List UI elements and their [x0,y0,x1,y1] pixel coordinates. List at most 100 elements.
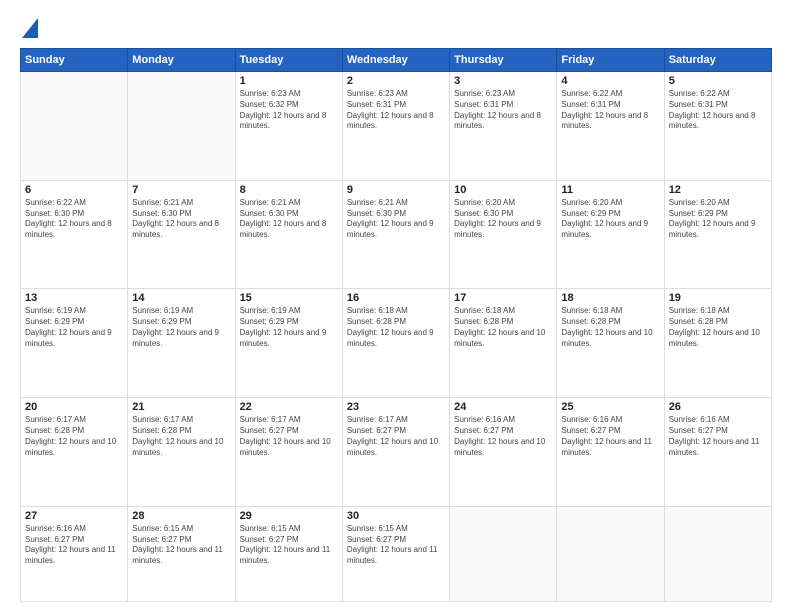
day-number: 24 [454,401,552,413]
week-row-4: 20 Sunrise: 6:17 AM Sunset: 6:28 PM Dayli… [21,398,772,507]
day-number: 28 [132,510,230,522]
day-info: Sunrise: 6:20 AM Sunset: 6:29 PM Dayligh… [561,198,659,241]
day-info: Sunrise: 6:16 AM Sunset: 6:27 PM Dayligh… [669,415,767,458]
weekday-header-tuesday: Tuesday [235,49,342,72]
calendar-cell: 30Sunrise: 6:15 AM Sunset: 6:27 PM Dayli… [342,506,449,601]
calendar-cell: 13Sunrise: 6:19 AM Sunset: 6:29 PM Dayli… [21,289,128,398]
day-number: 10 [454,184,552,196]
day-number: 19 [669,292,767,304]
day-number: 23 [347,401,445,413]
day-number: 5 [669,75,767,87]
weekday-header-saturday: Saturday [664,49,771,72]
calendar-cell: 19 Sunrise: 6:18 AM Sunset: 6:28 PM Dayli… [664,289,771,398]
day-info: Sunrise: 6:15 AM Sunset: 6:27 PM Dayligh… [347,524,445,567]
calendar-cell: 8Sunrise: 6:21 AM Sunset: 6:30 PM Daylig… [235,180,342,289]
calendar-cell: 29 Sunrise: 6:15 AM Sunset: 6:27 PM Dayli… [235,506,342,601]
day-number: 11 [561,184,659,196]
day-number: 15 [240,292,338,304]
page: SundayMondayTuesdayWednesdayThursdayFrid… [0,0,792,612]
day-info: Sunrise: 6:16 AM Sunset: 6:27 PM Dayligh… [25,524,123,567]
week-row-5: 27 Sunrise: 6:16 AM Sunset: 6:27 PM Dayli… [21,506,772,601]
calendar-cell: 3 Sunrise: 6:23 AM Sunset: 6:31 PM Daylig… [450,72,557,181]
day-number: 7 [132,184,230,196]
day-info: Sunrise: 6:17 AM Sunset: 6:28 PM Dayligh… [25,415,123,458]
calendar-cell: 27 Sunrise: 6:16 AM Sunset: 6:27 PM Dayli… [21,506,128,601]
day-info: Sunrise: 6:22 AM Sunset: 6:31 PM Dayligh… [561,89,659,132]
day-info: Sunrise: 6:18 AM Sunset: 6:28 PM Dayligh… [669,306,767,349]
day-info: Sunrise: 6:23 AM Sunset: 6:32 PM Dayligh… [240,89,338,132]
day-info: Sunrise: 6:21 AM Sunset: 6:30 PM Dayligh… [240,198,338,241]
weekday-header-thursday: Thursday [450,49,557,72]
day-info: Sunrise: 6:19 AM Sunset: 6:29 PM Dayligh… [25,306,123,349]
day-number: 26 [669,401,767,413]
day-number: 2 [347,75,445,87]
logo-triangle-icon [22,18,38,38]
week-row-2: 6 Sunrise: 6:22 AM Sunset: 6:30 PM Daylig… [21,180,772,289]
calendar-cell: 10 Sunrise: 6:20 AM Sunset: 6:30 PM Dayli… [450,180,557,289]
calendar-cell: 21Sunrise: 6:17 AM Sunset: 6:28 PM Dayli… [128,398,235,507]
day-number: 22 [240,401,338,413]
day-info: Sunrise: 6:21 AM Sunset: 6:30 PM Dayligh… [347,198,445,241]
calendar-cell: 25Sunrise: 6:16 AM Sunset: 6:27 PM Dayli… [557,398,664,507]
calendar-cell: 1Sunrise: 6:23 AM Sunset: 6:32 PM Daylig… [235,72,342,181]
day-number: 4 [561,75,659,87]
calendar-cell [128,72,235,181]
day-info: Sunrise: 6:18 AM Sunset: 6:28 PM Dayligh… [454,306,552,349]
header [20,18,772,38]
calendar-cell: 15 Sunrise: 6:19 AM Sunset: 6:29 PM Dayli… [235,289,342,398]
day-info: Sunrise: 6:15 AM Sunset: 6:27 PM Dayligh… [240,524,338,567]
day-info: Sunrise: 6:18 AM Sunset: 6:28 PM Dayligh… [561,306,659,349]
day-info: Sunrise: 6:16 AM Sunset: 6:27 PM Dayligh… [454,415,552,458]
day-info: Sunrise: 6:17 AM Sunset: 6:27 PM Dayligh… [347,415,445,458]
calendar-cell [557,506,664,601]
day-number: 12 [669,184,767,196]
day-number: 25 [561,401,659,413]
calendar-cell: 6 Sunrise: 6:22 AM Sunset: 6:30 PM Daylig… [21,180,128,289]
calendar-cell: 17 Sunrise: 6:18 AM Sunset: 6:28 PM Dayli… [450,289,557,398]
day-number: 9 [347,184,445,196]
day-info: Sunrise: 6:21 AM Sunset: 6:30 PM Dayligh… [132,198,230,241]
day-number: 3 [454,75,552,87]
weekday-header-sunday: Sunday [21,49,128,72]
calendar-cell: 18 Sunrise: 6:18 AM Sunset: 6:28 PM Dayli… [557,289,664,398]
calendar-cell: 16 Sunrise: 6:18 AM Sunset: 6:28 PM Dayli… [342,289,449,398]
calendar-cell: 28 Sunrise: 6:15 AM Sunset: 6:27 PM Dayli… [128,506,235,601]
day-info: Sunrise: 6:15 AM Sunset: 6:27 PM Dayligh… [132,524,230,567]
day-number: 29 [240,510,338,522]
calendar-cell: 5 Sunrise: 6:22 AM Sunset: 6:31 PM Daylig… [664,72,771,181]
calendar-cell: 11 Sunrise: 6:20 AM Sunset: 6:29 PM Dayli… [557,180,664,289]
day-number: 16 [347,292,445,304]
weekday-header-wednesday: Wednesday [342,49,449,72]
week-row-1: 1Sunrise: 6:23 AM Sunset: 6:32 PM Daylig… [21,72,772,181]
day-info: Sunrise: 6:20 AM Sunset: 6:29 PM Dayligh… [669,198,767,241]
calendar-cell [664,506,771,601]
day-info: Sunrise: 6:22 AM Sunset: 6:31 PM Dayligh… [669,89,767,132]
day-info: Sunrise: 6:19 AM Sunset: 6:29 PM Dayligh… [240,306,338,349]
day-number: 14 [132,292,230,304]
calendar-cell: 7 Sunrise: 6:21 AM Sunset: 6:30 PM Daylig… [128,180,235,289]
day-info: Sunrise: 6:23 AM Sunset: 6:31 PM Dayligh… [347,89,445,132]
calendar-cell: 9 Sunrise: 6:21 AM Sunset: 6:30 PM Daylig… [342,180,449,289]
day-number: 27 [25,510,123,522]
calendar-table: SundayMondayTuesdayWednesdayThursdayFrid… [20,48,772,602]
day-info: Sunrise: 6:20 AM Sunset: 6:30 PM Dayligh… [454,198,552,241]
calendar-cell: 26 Sunrise: 6:16 AM Sunset: 6:27 PM Dayli… [664,398,771,507]
weekday-header-row: SundayMondayTuesdayWednesdayThursdayFrid… [21,49,772,72]
calendar-cell: 14Sunrise: 6:19 AM Sunset: 6:29 PM Dayli… [128,289,235,398]
day-info: Sunrise: 6:17 AM Sunset: 6:27 PM Dayligh… [240,415,338,458]
day-info: Sunrise: 6:22 AM Sunset: 6:30 PM Dayligh… [25,198,123,241]
day-number: 17 [454,292,552,304]
day-number: 18 [561,292,659,304]
logo-text-area [20,18,38,38]
day-number: 6 [25,184,123,196]
calendar-cell: 4 Sunrise: 6:22 AM Sunset: 6:31 PM Daylig… [557,72,664,181]
weekday-header-monday: Monday [128,49,235,72]
calendar-cell: 22 Sunrise: 6:17 AM Sunset: 6:27 PM Dayli… [235,398,342,507]
calendar-cell: 23 Sunrise: 6:17 AM Sunset: 6:27 PM Dayli… [342,398,449,507]
logo [20,18,38,38]
calendar-cell: 2 Sunrise: 6:23 AM Sunset: 6:31 PM Daylig… [342,72,449,181]
day-info: Sunrise: 6:23 AM Sunset: 6:31 PM Dayligh… [454,89,552,132]
day-number: 21 [132,401,230,413]
day-number: 20 [25,401,123,413]
day-info: Sunrise: 6:18 AM Sunset: 6:28 PM Dayligh… [347,306,445,349]
